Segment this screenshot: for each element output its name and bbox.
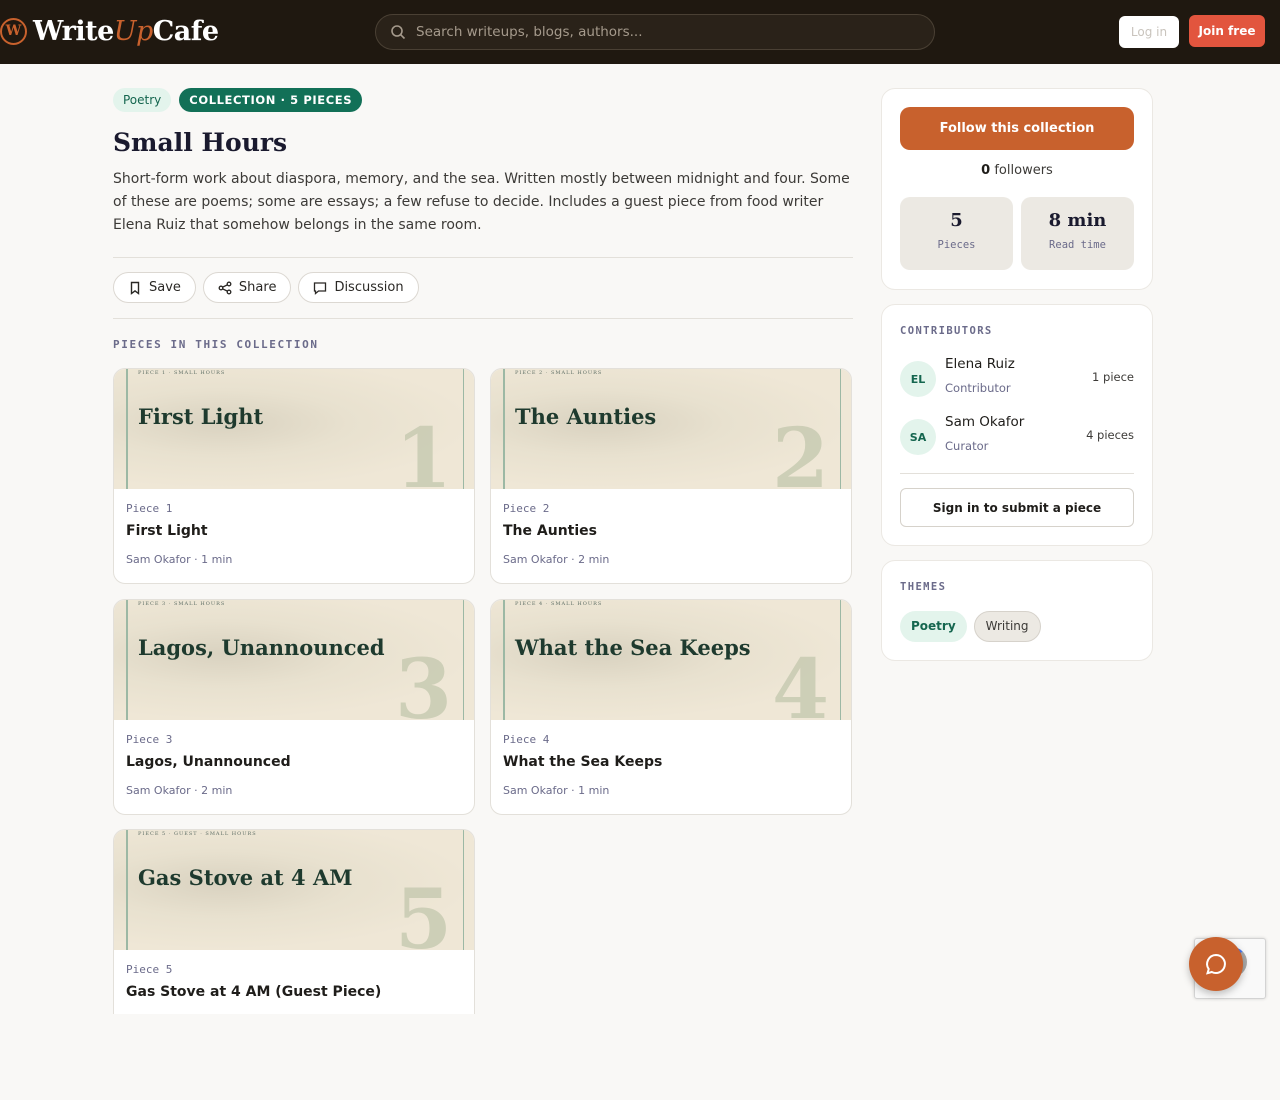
cover-number: 5 <box>394 872 452 968</box>
stat-value: 8 min <box>1048 210 1107 231</box>
piece-card[interactable]: PIECE 5 · GUEST · SMALL HOURS Gas Stove … <box>113 829 475 1014</box>
contributor-name[interactable]: Sam Okafor <box>945 414 1024 430</box>
cover-kicker: PIECE 5 · GUEST · SMALL HOURS <box>138 831 257 837</box>
theme-tag-poetry[interactable]: Poetry <box>900 611 967 642</box>
piece-card[interactable]: PIECE 3 · SMALL HOURS Lagos, Unannounced… <box>113 599 475 815</box>
theme-list: Poetry Writing <box>900 611 1041 642</box>
contributor-row[interactable]: EL Elena Ruiz Contributor 1 piece <box>900 356 1134 402</box>
cover-kicker: PIECE 2 · SMALL HOURS <box>515 370 603 376</box>
cover-title: Lagos, Unannounced <box>138 635 385 660</box>
discussion-button[interactable]: Discussion <box>298 272 419 303</box>
login-button[interactable]: Log in <box>1119 16 1179 48</box>
collection-tags: Poetry COLLECTION · 5 PIECES <box>113 88 363 112</box>
chat-launcher-button[interactable] <box>1189 937 1243 991</box>
comment-icon <box>314 281 327 295</box>
site-logo[interactable]: W WriteUpCafe <box>0 13 219 49</box>
piece-title[interactable]: The Aunties <box>503 523 597 539</box>
piece-cover: PIECE 3 · SMALL HOURS Lagos, Unannounced… <box>114 600 474 738</box>
join-free-button[interactable]: Join free <box>1189 15 1265 47</box>
follow-collection-button[interactable]: Follow this collection <box>900 107 1134 150</box>
cover-number: 1 <box>394 411 452 507</box>
cover-number: 4 <box>771 642 829 738</box>
piece-cover: PIECE 1 · SMALL HOURS First Light 1 <box>114 369 474 507</box>
contributor-role: Contributor <box>945 381 1011 395</box>
piece-card[interactable]: PIECE 1 · SMALL HOURS First Light 1 Piec… <box>113 368 475 584</box>
piece-title[interactable]: Gas Stove at 4 AM (Guest Piece) <box>126 984 381 1000</box>
save-label: Save <box>149 280 181 295</box>
cover-title: Gas Stove at 4 AM <box>138 865 353 890</box>
contributor-role: Curator <box>945 439 989 453</box>
divider <box>113 318 853 319</box>
contributor-piece-count: 4 pieces <box>1086 428 1134 442</box>
cover-title: First Light <box>138 404 264 429</box>
contributors-heading: CONTRIBUTORS <box>900 325 993 337</box>
avatar: SA <box>900 419 936 455</box>
piece-cover: PIECE 4 · SMALL HOURS What the Sea Keeps… <box>491 600 851 738</box>
piece-meta: Sam Okafor · 1 min <box>126 553 233 566</box>
piece-cover: PIECE 5 · GUEST · SMALL HOURS Gas Stove … <box>114 830 474 968</box>
logo-mark-icon: W <box>0 17 27 45</box>
stat-label: Read time <box>1049 239 1106 251</box>
piece-number: Piece 3 <box>126 733 173 746</box>
cover-kicker: PIECE 1 · SMALL HOURS <box>138 370 226 376</box>
contributors-panel: CONTRIBUTORS EL Elena Ruiz Contributor 1… <box>881 304 1153 546</box>
piece-number: Piece 2 <box>503 502 550 515</box>
avatar: EL <box>900 361 936 397</box>
divider <box>113 257 853 258</box>
search-bar[interactable] <box>375 14 935 50</box>
contributor-name[interactable]: Elena Ruiz <box>945 356 1015 372</box>
stat-pieces: 5 Pieces <box>900 197 1013 270</box>
follow-panel: Follow this collection 0 followers 5 Pie… <box>881 88 1153 290</box>
search-input[interactable] <box>416 24 916 40</box>
themes-panel: THEMES Poetry Writing <box>881 560 1153 661</box>
cover-title: What the Sea Keeps <box>515 635 751 660</box>
submit-piece-button[interactable]: Sign in to submit a piece <box>900 488 1134 527</box>
pieces-section-label: PIECES IN THIS COLLECTION <box>113 338 319 351</box>
piece-card[interactable]: PIECE 4 · SMALL HOURS What the Sea Keeps… <box>490 599 852 815</box>
piece-card[interactable]: PIECE 2 · SMALL HOURS The Aunties 2 Piec… <box>490 368 852 584</box>
cover-title: The Aunties <box>515 404 657 429</box>
piece-title[interactable]: First Light <box>126 523 208 539</box>
logo-wordmark: WriteUpCafe <box>33 15 219 47</box>
cover-number: 2 <box>771 411 829 507</box>
piece-number: Piece 1 <box>126 502 173 515</box>
cover-number: 3 <box>394 642 452 738</box>
piece-meta: Sam Okafor · 1 min <box>503 784 610 797</box>
divider <box>900 473 1134 474</box>
contributor-row[interactable]: SA Sam Okafor Curator 4 pieces <box>900 414 1134 460</box>
piece-number: Piece 4 <box>503 733 550 746</box>
stat-label: Pieces <box>937 239 976 251</box>
collection-count-badge: COLLECTION · 5 PIECES <box>179 88 363 112</box>
stat-value: 5 <box>950 210 963 231</box>
share-label: Share <box>238 280 277 295</box>
cover-kicker: PIECE 3 · SMALL HOURS <box>138 601 226 607</box>
piece-title[interactable]: What the Sea Keeps <box>503 754 662 770</box>
piece-title[interactable]: Lagos, Unannounced <box>126 754 291 770</box>
save-button[interactable]: Save <box>113 272 196 303</box>
piece-meta: Sam Okafor · 2 min <box>126 784 233 797</box>
share-icon <box>218 281 232 294</box>
chat-bubble-icon <box>1206 953 1226 975</box>
theme-tag-writing[interactable]: Writing <box>973 611 1041 642</box>
themes-heading: THEMES <box>900 581 947 593</box>
bookmark-icon <box>130 281 140 295</box>
top-navbar: W WriteUpCafe Log in Join free <box>0 0 1280 64</box>
piece-cover: PIECE 2 · SMALL HOURS The Aunties 2 <box>491 369 851 507</box>
contributor-piece-count: 1 piece <box>1092 370 1134 384</box>
discussion-label: Discussion <box>334 280 404 295</box>
category-tag[interactable]: Poetry <box>113 88 172 112</box>
search-icon <box>391 25 406 40</box>
stat-read-time: 8 min Read time <box>1021 197 1134 270</box>
page-title: Small Hours <box>113 128 288 157</box>
collection-description: Short-form work about diaspora, memory, … <box>113 171 850 233</box>
followers-count: 0 followers <box>981 163 1053 178</box>
share-button[interactable]: Share <box>202 272 292 303</box>
piece-meta: Sam Okafor · 2 min <box>503 553 610 566</box>
cover-kicker: PIECE 4 · SMALL HOURS <box>515 601 603 607</box>
action-bar: Save Share Discussion <box>113 272 419 303</box>
piece-number: Piece 5 <box>126 963 173 976</box>
